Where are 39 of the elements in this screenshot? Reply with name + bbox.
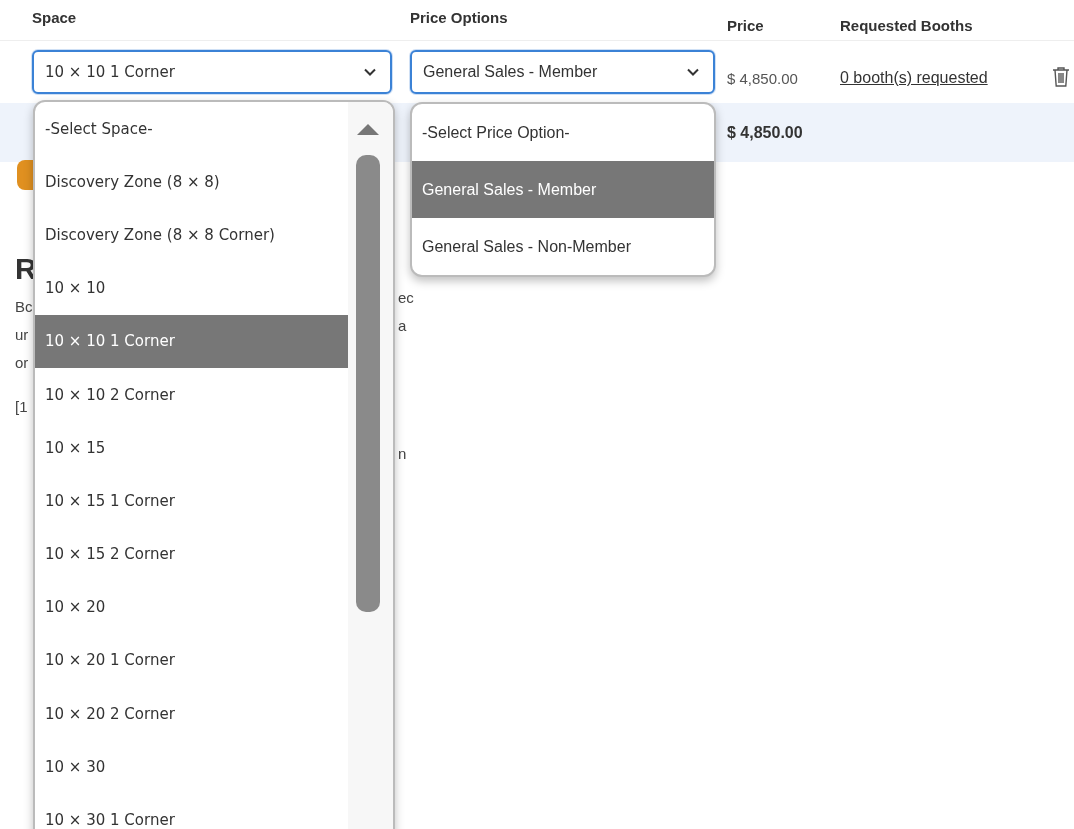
dropdown-option[interactable]: 10 × 20 2 Corner xyxy=(35,687,348,741)
dropdown-option[interactable]: 10 × 10 xyxy=(35,261,348,315)
dropdown-option[interactable]: Discovery Zone (8 × 8 Corner) xyxy=(35,208,348,262)
dropdown-option[interactable]: -Select Price Option- xyxy=(412,104,714,161)
text-fragment: or xyxy=(15,354,30,372)
text-fragment: n xyxy=(398,445,408,463)
dropdown-option[interactable]: 10 × 10 1 Corner xyxy=(35,314,348,368)
dropdown-option[interactable]: General Sales - Member xyxy=(412,161,714,218)
chevron-down-icon xyxy=(687,68,699,76)
text-fragment: Bc xyxy=(15,298,33,316)
text-fragment: ec xyxy=(398,289,415,307)
text-fragment: [1 xyxy=(15,398,29,416)
text-fragment: a xyxy=(398,317,408,335)
scroll-up-icon[interactable] xyxy=(355,122,381,136)
dropdown-option[interactable]: 10 × 20 xyxy=(35,580,348,634)
dropdown-option[interactable]: -Select Space- xyxy=(35,102,348,156)
dropdown-option[interactable]: 10 × 10 2 Corner xyxy=(35,367,348,422)
dropdown-option[interactable]: 10 × 20 1 Corner xyxy=(35,633,348,688)
price-option-select[interactable]: General Sales - Member xyxy=(410,50,715,94)
dropdown-option[interactable]: 10 × 15 2 Corner xyxy=(35,527,348,581)
total-price: $ 4,850.00 xyxy=(727,123,804,142)
chevron-down-icon xyxy=(364,68,376,76)
column-header: Requested Booths xyxy=(840,15,973,34)
price-text: $ 4,850.00 xyxy=(727,69,799,87)
dropdown-option[interactable]: 10 × 15 xyxy=(35,421,348,475)
requested-booths-link[interactable]: 0 booth(s) requested xyxy=(840,69,1040,87)
dropdown-option[interactable]: 10 × 30 xyxy=(35,740,348,794)
scrollbar-thumb[interactable] xyxy=(356,155,380,612)
space-select[interactable]: 10 × 10 1 Corner xyxy=(32,50,392,94)
trash-icon[interactable] xyxy=(1052,66,1070,88)
column-header: Space xyxy=(32,8,77,26)
column-header: Price Options xyxy=(410,8,508,26)
dropdown-option[interactable]: Discovery Zone (8 × 8) xyxy=(35,155,348,209)
dropdown-option[interactable]: General Sales - Non-Member xyxy=(412,218,714,275)
column-header: Price xyxy=(727,15,764,34)
dropdown-option[interactable]: 10 × 15 1 Corner xyxy=(35,474,348,528)
text-fragment: ur xyxy=(15,326,30,344)
scrollbar[interactable] xyxy=(348,102,393,829)
dropdown-option[interactable]: 10 × 30 1 Corner xyxy=(35,793,348,829)
